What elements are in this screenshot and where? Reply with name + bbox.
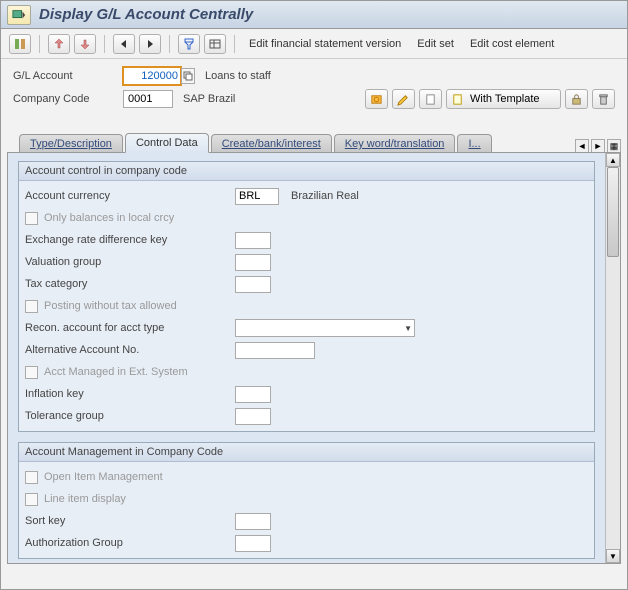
posting-without-tax-checkbox [25, 300, 38, 313]
tab-keyword-translation[interactable]: Key word/translation [334, 134, 456, 153]
create-button[interactable] [419, 89, 442, 109]
edit-cost-link[interactable]: Edit cost element [464, 38, 560, 50]
edit-fsv-link[interactable]: Edit financial statement version [243, 38, 407, 50]
gl-account-input[interactable] [123, 67, 181, 85]
lock-button[interactable] [565, 89, 588, 109]
scroll-down-icon[interactable]: ▼ [606, 549, 620, 563]
group-account-control: Account control in company code Account … [18, 161, 595, 432]
gl-account-label: G/L Account [13, 70, 123, 82]
only-balances-label: Only balances in local crcy [44, 212, 174, 224]
group-account-management: Account Management in Company Code Open … [18, 442, 595, 559]
filter-icon-button[interactable] [178, 34, 200, 54]
tolerance-group-label: Tolerance group [25, 410, 235, 422]
page-title: Display G/L Account Centrally [39, 6, 253, 23]
header-area: G/L Account Loans to staff Company Code … [1, 59, 627, 117]
alternative-account-label: Alternative Account No. [25, 344, 235, 356]
account-currency-label: Account currency [25, 190, 235, 202]
delete-button[interactable] [592, 89, 615, 109]
open-item-checkbox [25, 471, 38, 484]
exchange-rate-label: Exchange rate difference key [25, 234, 235, 246]
app-toolbar: Edit financial statement version Edit se… [1, 29, 627, 59]
sort-key-label: Sort key [25, 515, 235, 527]
hierarchy-prev-button[interactable] [48, 34, 70, 54]
account-currency-desc: Brazilian Real [291, 190, 359, 202]
tolerance-group-input[interactable] [235, 408, 271, 425]
next-button[interactable] [139, 34, 161, 54]
tab-create-bank-interest[interactable]: Create/bank/interest [211, 134, 332, 153]
tab-more[interactable]: I... [457, 134, 491, 153]
acct-ext-label: Acct Managed in Ext. System [44, 366, 188, 378]
inflation-key-input[interactable] [235, 386, 271, 403]
display-button[interactable] [365, 89, 388, 109]
authorization-group-label: Authorization Group [25, 537, 235, 549]
tabstrip: Type/Description Control Data Create/ban… [1, 133, 627, 153]
recon-account-label: Recon. account for acct type [25, 322, 235, 334]
vertical-scrollbar[interactable]: ▲ ▼ [605, 153, 620, 563]
tax-category-label: Tax category [25, 278, 235, 290]
with-template-label: With Template [470, 93, 540, 105]
inflation-key-label: Inflation key [25, 388, 235, 400]
edit-set-link[interactable]: Edit set [411, 38, 460, 50]
prev-button[interactable] [113, 34, 135, 54]
tab-scroll-right-icon[interactable]: ► [591, 139, 605, 153]
authorization-group-input[interactable] [235, 535, 271, 552]
scroll-track[interactable] [606, 167, 620, 549]
line-item-label: Line item display [44, 493, 126, 505]
gl-account-desc: Loans to staff [205, 70, 271, 82]
posting-without-tax-label: Posting without tax allowed [44, 300, 177, 312]
tab-list-icon[interactable]: ▦ [607, 139, 621, 153]
only-balances-checkbox [25, 212, 38, 225]
tax-category-input[interactable] [235, 276, 271, 293]
menu-button[interactable] [7, 5, 31, 25]
hierarchy-next-button[interactable] [74, 34, 96, 54]
tab-control-data[interactable]: Control Data [125, 133, 209, 153]
scroll-thumb[interactable] [607, 167, 619, 257]
recon-account-select[interactable] [235, 319, 415, 337]
alternative-account-input[interactable] [235, 342, 315, 359]
titlebar: Display G/L Account Centrally [1, 1, 627, 29]
group-account-management-title: Account Management in Company Code [19, 443, 594, 462]
company-code-label: Company Code [13, 93, 123, 105]
with-template-button[interactable]: With Template [446, 89, 561, 109]
scroll-up-icon[interactable]: ▲ [606, 153, 620, 167]
account-currency-input[interactable] [235, 188, 279, 205]
company-code-input[interactable] [123, 90, 173, 108]
valuation-group-input[interactable] [235, 254, 271, 271]
tab-scroll-left-icon[interactable]: ◄ [575, 139, 589, 153]
tab-type-description[interactable]: Type/Description [19, 134, 123, 153]
tab-panel: Account control in company code Account … [7, 152, 621, 564]
sort-key-input[interactable] [235, 513, 271, 530]
toggle-icon-button[interactable] [9, 34, 31, 54]
exchange-rate-input[interactable] [235, 232, 271, 249]
layout-icon-button[interactable] [204, 34, 226, 54]
template-icon [451, 93, 464, 106]
gl-f4-help-icon[interactable] [181, 68, 195, 84]
valuation-group-label: Valuation group [25, 256, 235, 268]
change-button[interactable] [392, 89, 415, 109]
acct-ext-checkbox [25, 366, 38, 379]
company-code-desc: SAP Brazil [183, 93, 235, 105]
line-item-checkbox [25, 493, 38, 506]
open-item-label: Open Item Management [44, 471, 163, 483]
group-account-control-title: Account control in company code [19, 162, 594, 181]
